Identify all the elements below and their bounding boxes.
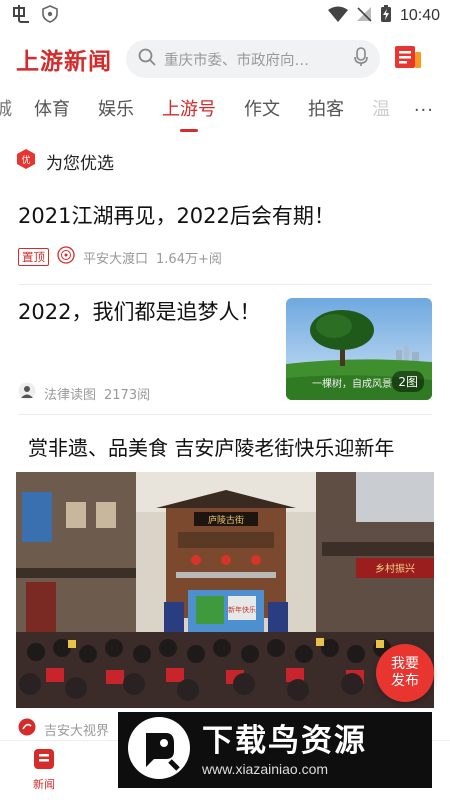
battery-charging-icon	[380, 5, 392, 27]
search-icon	[138, 48, 156, 70]
tab-sports[interactable]: 体育	[20, 90, 84, 134]
pinned-badge: 置顶	[18, 248, 49, 266]
article-meta: 法律读图 2173阅	[18, 382, 150, 404]
article-title[interactable]: 2022，我们都是追梦人！	[18, 296, 268, 326]
svg-text:优: 优	[21, 154, 30, 166]
article-thumbnail[interactable]: 一棵树，自成风景 2图	[286, 298, 432, 400]
publish-button-line2: 发布	[391, 673, 419, 689]
tab-entertainment[interactable]: 娱乐	[84, 90, 148, 134]
nav-item-news[interactable]: 新闻	[14, 747, 74, 792]
svg-text:庐陵古街: 庐陵古街	[208, 514, 244, 526]
section-title: 为您优选	[46, 153, 114, 174]
image-count-badge: 2图	[392, 371, 424, 392]
article-read-count: 2173阅	[104, 387, 151, 403]
article-read-count: 1.64万+阅	[156, 251, 222, 267]
svg-text:乡村振兴: 乡村振兴	[375, 562, 415, 575]
svg-text:新年快乐: 新年快乐	[228, 605, 256, 614]
status-bar: 10:40	[0, 0, 450, 32]
article-meta: 置顶 平安大渡口 1.64万+阅	[18, 246, 222, 268]
search-placeholder: 重庆市委、市政府向…	[164, 52, 309, 69]
shield-icon	[42, 5, 58, 27]
thumbnail-caption: 一棵树，自成风景	[312, 379, 392, 390]
section-header: 优 为您优选	[16, 148, 114, 174]
tab-shangyouhao[interactable]: 上游号	[148, 90, 230, 134]
notification-app-icon	[12, 4, 32, 28]
publish-button-line1: 我要	[391, 656, 419, 672]
old-street-photo: 乡村振兴 庐陵古街 新年快乐	[16, 472, 434, 708]
tab-paike[interactable]: 拍客	[294, 90, 358, 134]
nav-item-label: 新闻	[33, 778, 55, 791]
wifi-icon	[327, 6, 348, 26]
divider	[18, 284, 432, 285]
article-source[interactable]: 法律读图	[44, 384, 96, 403]
article-title[interactable]: 赏非遗、品美食 吉安庐陵老街快乐迎新年	[28, 432, 394, 461]
clock: 10:40	[399, 7, 440, 24]
search-bar[interactable]: 重庆市委、市政府向…	[126, 40, 380, 78]
article-title[interactable]: 2021江湖再见，2022后会有期！	[18, 200, 432, 230]
watermark-title: 下载鸟资源	[202, 723, 367, 759]
bird-logo-icon	[126, 715, 192, 785]
source-avatar-icon	[57, 246, 75, 268]
microphone-icon[interactable]	[354, 47, 368, 71]
channel-tabs: 城 体育 娱乐 上游号 作文 拍客 温 ···	[0, 90, 450, 134]
app-header: 上游新闻 重庆市委、市政府向…	[0, 34, 450, 84]
newspaper-icon[interactable]	[394, 44, 422, 74]
recommend-badge-icon: 优	[16, 148, 36, 174]
source-avatar-icon	[18, 718, 36, 740]
watermark-url: www.xiazainiao.com	[202, 761, 329, 777]
article-source[interactable]: 平安大渡口	[83, 248, 148, 267]
news-tab-icon	[32, 749, 56, 774]
article-meta: 吉安大视界	[18, 718, 109, 740]
divider	[18, 414, 432, 415]
more-channels-button[interactable]: ···	[407, 100, 434, 121]
watermark-banner: 下载鸟资源 www.xiazainiao.com	[118, 712, 432, 788]
tab-composition[interactable]: 作文	[230, 90, 294, 134]
source-avatar-icon	[18, 382, 36, 404]
article-source[interactable]: 吉安大视界	[44, 720, 109, 739]
tab-city[interactable]: 城	[0, 90, 20, 134]
app-title: 上游新闻	[16, 48, 112, 75]
article-cover-photo[interactable]: 乡村振兴 庐陵古街 新年快乐	[16, 472, 434, 708]
tab-partial-next[interactable]: 温	[358, 90, 404, 134]
no-signal-icon	[356, 6, 372, 26]
publish-button[interactable]: 我要 发布	[376, 644, 434, 702]
